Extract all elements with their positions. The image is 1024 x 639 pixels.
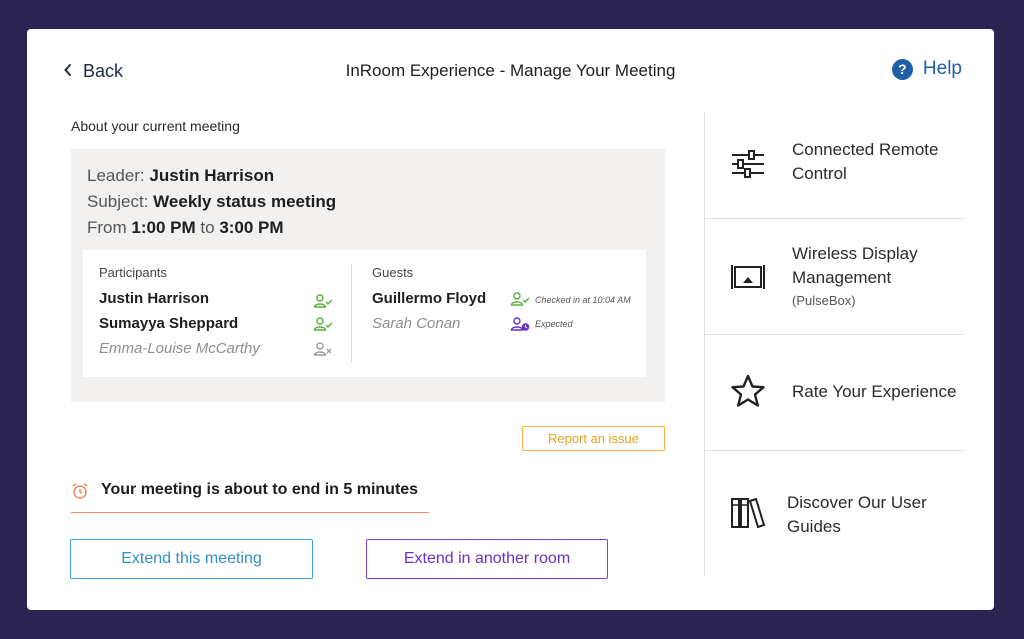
to-label: to: [200, 218, 215, 237]
sidebar-label: Connected Remote: [792, 140, 939, 159]
page-title: InRoom Experience - Manage Your Meeting: [345, 61, 676, 80]
sidebar-sublabel: (PulseBox): [792, 293, 856, 308]
sidebar-label: Control: [792, 164, 847, 183]
books-icon: [731, 497, 766, 529]
sidebar-label: Guides: [787, 517, 841, 536]
guest-name: Guillermo Floyd: [372, 290, 487, 307]
guest-status: Checked in at 10:04 AM: [535, 295, 631, 305]
leader-label: Leader:: [87, 166, 145, 185]
guest-name: Sarah Conan: [372, 315, 461, 332]
person-check-icon: [313, 317, 333, 331]
person-x-icon: [313, 342, 332, 356]
sidebar-label: Rate Your Experience: [792, 382, 957, 401]
alarm-clock-icon: [72, 482, 88, 499]
participant-name: Justin Harrison: [99, 290, 210, 307]
meeting-details: Leader: Justin Harrison Subject: Weekly …: [71, 149, 665, 402]
time-line: From 1:00 PM to 3:00 PM: [87, 215, 336, 241]
back-button[interactable]: Back: [63, 61, 123, 82]
participants-heading: Participants: [99, 265, 167, 280]
display-icon: [731, 265, 765, 289]
leader-line: Leader: Justin Harrison: [87, 163, 336, 189]
sidebar-item-rate-experience[interactable]: Rate Your Experience: [705, 335, 965, 451]
meeting-info: Leader: Justin Harrison Subject: Weekly …: [87, 163, 336, 241]
help-icon: ?: [891, 58, 913, 80]
subject-line: Subject: Weekly status meeting: [87, 189, 336, 215]
participant-name: Emma-Louise McCarthy: [99, 340, 260, 357]
end-warning: Your meeting is about to end in 5 minute…: [71, 479, 429, 513]
chevron-left-icon: [63, 63, 73, 81]
help-label: Help: [922, 58, 962, 79]
leader-name: Justin Harrison: [149, 166, 275, 185]
start-time: 1:00 PM: [131, 218, 196, 237]
sidebar-item-wireless-display[interactable]: Wireless Display Management (PulseBox): [705, 219, 965, 335]
sidebar-label: Discover Our User: [787, 493, 927, 512]
guests-heading: Guests: [372, 265, 414, 280]
person-check-icon: [510, 292, 530, 306]
end-time: 3:00 PM: [219, 218, 284, 237]
from-label: From: [87, 218, 127, 237]
report-issue-button[interactable]: Report an issue: [522, 426, 665, 451]
participant-name: Sumayya Sheppard: [99, 315, 239, 332]
person-clock-icon: [510, 317, 530, 331]
section-label: About your current meeting: [71, 118, 240, 134]
back-label: Back: [83, 61, 124, 81]
warning-message: Your meeting is about to end in 5 minute…: [101, 481, 419, 498]
subject-value: Weekly status meeting: [153, 192, 337, 211]
star-icon: [731, 374, 765, 407]
extend-meeting-button[interactable]: Extend this meeting: [70, 539, 313, 579]
guest-status: Expected: [535, 319, 573, 329]
sidebar: Connected Remote Control Wireless Displa…: [704, 113, 965, 575]
main-card: Back InRoom Experience - Manage Your Mee…: [27, 29, 994, 610]
attendees-panel: Participants Justin Harrison Sumayya She…: [83, 250, 646, 377]
sidebar-label: Wireless Display: [792, 244, 918, 263]
person-check-icon: [313, 294, 333, 308]
sidebar-label: Management: [792, 268, 892, 287]
extend-another-room-button[interactable]: Extend in another room: [366, 539, 608, 579]
participants-column: Participants Justin Harrison Sumayya She…: [83, 250, 351, 377]
sliders-icon: [732, 150, 764, 178]
subject-label: Subject:: [87, 192, 149, 211]
sidebar-item-user-guides[interactable]: Discover Our User Guides: [705, 451, 965, 575]
sidebar-item-remote-control[interactable]: Connected Remote Control: [705, 113, 965, 219]
guests-column: Guests Guillermo Floyd Checked in at 10:…: [351, 264, 646, 363]
help-button[interactable]: ? Help: [891, 58, 962, 80]
